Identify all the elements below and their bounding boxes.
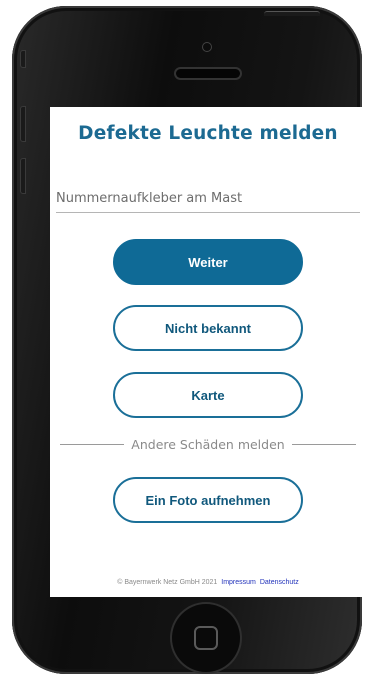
impressum-link[interactable]: Impressum <box>221 579 256 586</box>
section-divider: Andere Schäden melden <box>60 437 356 452</box>
pole-number-input[interactable] <box>56 185 360 212</box>
volume-up-button[interactable] <box>20 106 26 142</box>
phone-frame: Defekte Leuchte melden Weiter Nicht beka… <box>12 6 366 674</box>
nicht-bekannt-button[interactable]: Nicht bekannt <box>113 305 303 351</box>
footer-copyright: © Bayernwerk Netz GmbH 2021 <box>117 579 218 586</box>
home-button[interactable] <box>172 604 240 672</box>
app-screen: Defekte Leuchte melden Weiter Nicht beka… <box>50 107 366 597</box>
karte-button[interactable]: Karte <box>113 372 303 418</box>
volume-down-button[interactable] <box>20 158 26 194</box>
divider-label: Andere Schäden melden <box>131 437 285 452</box>
power-button[interactable] <box>264 11 320 16</box>
footer: © Bayernwerk Netz GmbH 2021 Impressum Da… <box>50 579 366 586</box>
datenschutz-link[interactable]: Datenschutz <box>260 579 299 586</box>
earpiece-speaker-icon <box>176 69 240 78</box>
page-title: Defekte Leuchte melden <box>78 123 338 144</box>
divider-line-right <box>291 444 356 445</box>
front-camera-icon <box>203 43 211 51</box>
number-field-wrapper <box>56 185 360 213</box>
mute-switch[interactable] <box>20 50 26 68</box>
foto-aufnehmen-button[interactable]: Ein Foto aufnehmen <box>113 477 303 523</box>
divider-line-left <box>60 444 125 445</box>
home-square-icon <box>194 626 218 650</box>
weiter-button[interactable]: Weiter <box>113 239 303 285</box>
